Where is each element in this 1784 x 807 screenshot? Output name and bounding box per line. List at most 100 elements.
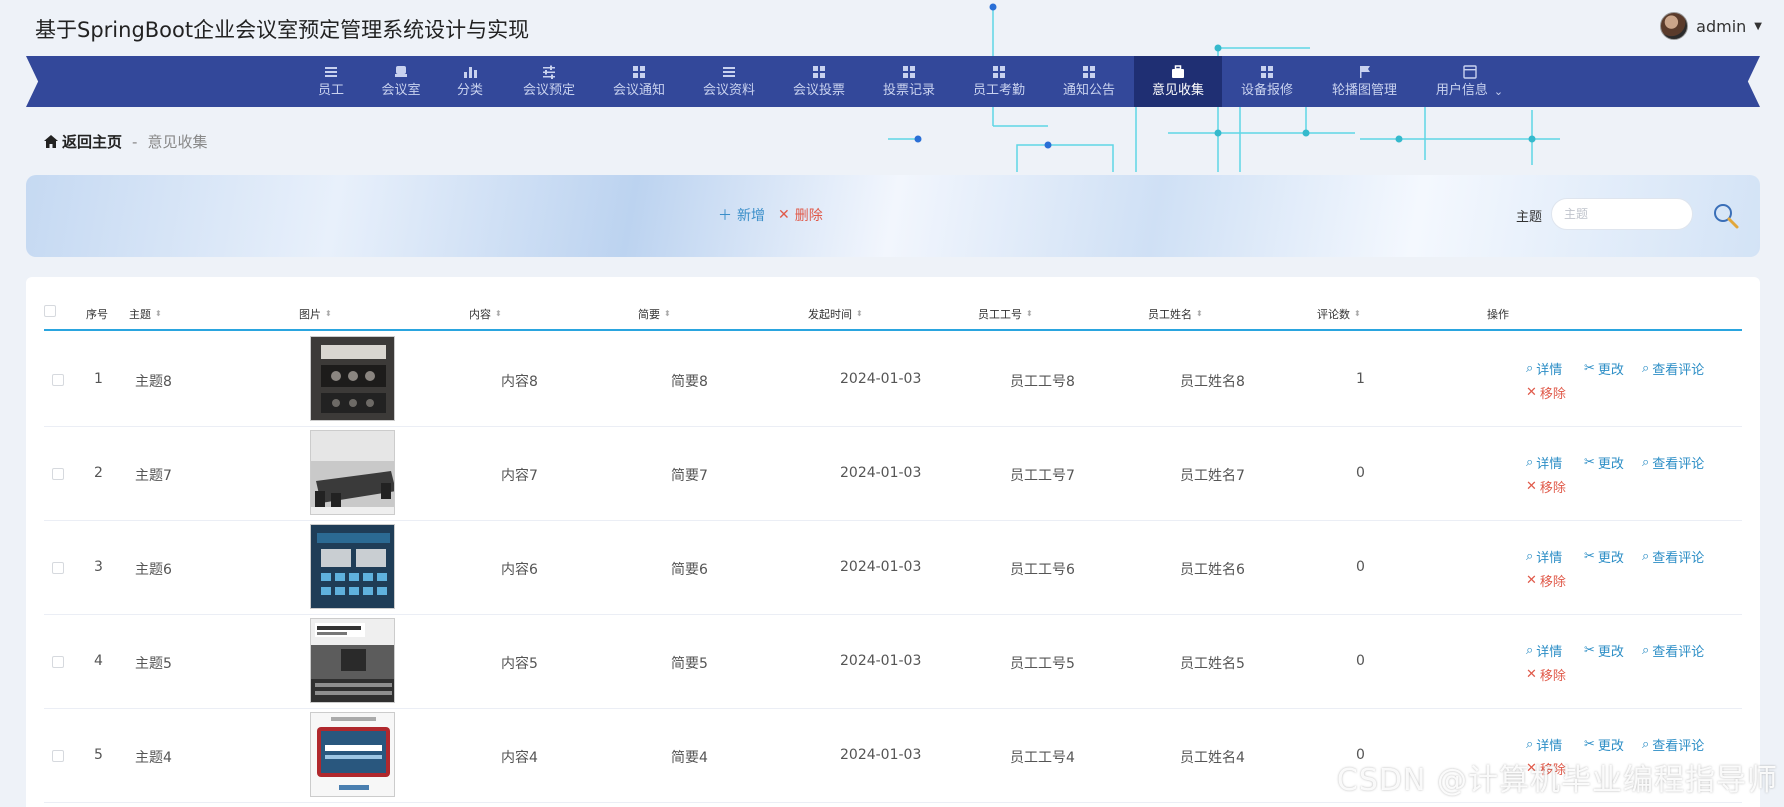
nav-item-4[interactable]: 会议通知	[594, 56, 684, 107]
close-icon: ✕	[778, 207, 790, 223]
nav-item-10[interactable]: 意见收集	[1134, 56, 1222, 107]
detail-button[interactable]: ⌕ 详情	[1526, 641, 1562, 660]
row-checkbox[interactable]	[52, 468, 64, 480]
row-image[interactable]	[310, 712, 395, 797]
detail-button[interactable]: ⌕ 详情	[1526, 453, 1562, 472]
header-comments[interactable]: 评论数 ⬍	[1317, 306, 1361, 322]
edit-button[interactable]: ✂ 更改	[1584, 735, 1624, 754]
delete-button[interactable]: ✕ 删除	[778, 205, 823, 225]
row-time: 2024-01-03	[840, 559, 922, 575]
nav-item-13[interactable]: 用户信息 ⌄	[1417, 56, 1522, 107]
breadcrumb-home[interactable]: 返回主页	[44, 131, 122, 152]
view-comments-button[interactable]: ⌕ 查看评论	[1642, 735, 1704, 754]
remove-button[interactable]: ✕ 移除	[1526, 571, 1566, 590]
nav-item-2[interactable]: 分类	[436, 56, 504, 107]
row-checkbox[interactable]	[52, 374, 64, 386]
view-comments-button-label: 查看评论	[1652, 363, 1705, 378]
nav-item-0[interactable]: 员工	[296, 56, 366, 107]
header-topic[interactable]: 主题 ⬍	[129, 306, 162, 322]
edit-button[interactable]: ✂ 更改	[1584, 547, 1624, 566]
search-icon[interactable]	[1712, 202, 1740, 230]
select-all-checkbox[interactable]	[44, 305, 56, 317]
nav-item-label: 会议室	[381, 83, 421, 98]
row-comments: 1	[1356, 371, 1365, 387]
view-comments-button-label: 查看评论	[1652, 739, 1705, 754]
row-topic: 主题7	[135, 468, 172, 484]
table-row: 1 主题8 内容8 简要8 2024-01-03 员工工号8 员工姓名8 1 ⌕ 详情 ✂ 更改 ⌕ 查看…	[44, 333, 1742, 427]
header-image[interactable]: 图片 ⬍	[299, 306, 332, 322]
row-checkbox[interactable]	[52, 562, 64, 574]
remove-button[interactable]: ✕ 移除	[1526, 665, 1566, 684]
detail-button[interactable]: ⌕ 详情	[1526, 735, 1562, 754]
remove-button-label: 移除	[1539, 669, 1566, 684]
nav-item-12[interactable]: 轮播图管理	[1312, 56, 1417, 107]
nav-item-label: 意见收集	[1151, 83, 1204, 98]
nav-item-label: 分类	[456, 83, 483, 98]
add-button[interactable]: ＋ 新增	[718, 205, 765, 225]
user-menu[interactable]: admin ▼	[1660, 12, 1762, 40]
row-index: 4	[94, 653, 103, 669]
header-summary[interactable]: 简要 ⬍	[638, 306, 671, 322]
nav-item-11[interactable]: 设备报修	[1222, 56, 1312, 107]
caret-down-icon[interactable]: ▼	[1754, 21, 1762, 32]
nav-item-7[interactable]: 投票记录	[864, 56, 954, 107]
row-image[interactable]	[310, 336, 395, 421]
nav-item-8[interactable]: 员工考勤	[954, 56, 1044, 107]
header-emp-no[interactable]: 员工工号 ⬍	[978, 306, 1033, 322]
row-emp-name: 员工姓名5	[1180, 656, 1245, 672]
table-header: 序号 主题 ⬍ 图片 ⬍ 内容 ⬍ 简要 ⬍ 发起时间 ⬍ 员工工号 ⬍ 员工姓名 ⬍ 评论数…	[44, 295, 1742, 331]
row-checkbox[interactable]	[52, 750, 64, 762]
row-topic: 主题5	[135, 656, 172, 672]
nav-item-9[interactable]: 通知公告	[1044, 56, 1134, 107]
search-label: 主题	[1516, 210, 1543, 225]
sort-icon: ⬍	[856, 309, 863, 318]
detail-button-label: 详情	[1536, 739, 1563, 754]
row-checkbox[interactable]	[52, 656, 64, 668]
row-image[interactable]	[310, 430, 395, 515]
nav-item-label: 设备报修	[1240, 83, 1293, 98]
view-comments-button[interactable]: ⌕ 查看评论	[1642, 641, 1704, 660]
edit-button-label: 更改	[1597, 551, 1624, 566]
row-image[interactable]	[310, 618, 395, 703]
detail-button[interactable]: ⌕ 详情	[1526, 547, 1562, 566]
nav-item-label: 会议投票	[792, 83, 845, 98]
nav-item-6[interactable]: 会议投票	[774, 56, 864, 107]
briefcase-icon	[1172, 65, 1184, 78]
edit-button[interactable]: ✂ 更改	[1584, 453, 1624, 472]
view-comments-button[interactable]: ⌕ 查看评论	[1642, 453, 1704, 472]
header-emp-name[interactable]: 员工姓名 ⬍	[1148, 306, 1203, 322]
search-input[interactable]	[1551, 198, 1693, 230]
list-icon	[325, 67, 337, 77]
row-comments: 0	[1356, 465, 1365, 481]
row-emp-no: 员工工号4	[1010, 750, 1075, 766]
nav-item-label: 员工	[317, 83, 344, 98]
breadcrumb-home-label[interactable]: 返回主页	[62, 131, 122, 152]
header-time[interactable]: 发起时间 ⬍	[808, 306, 863, 322]
nav-item-5[interactable]: 会议资料	[684, 56, 774, 107]
avatar[interactable]	[1660, 12, 1689, 40]
nav-item-1[interactable]: 会议室	[366, 56, 436, 107]
edit-button[interactable]: ✂ 更改	[1584, 641, 1624, 660]
nav-item-3[interactable]: 会议预定	[504, 56, 594, 107]
breadcrumb-separator: -	[132, 132, 138, 151]
edit-button-label: 更改	[1597, 457, 1624, 472]
row-image[interactable]	[310, 524, 395, 609]
chevron-down-icon[interactable]: ⌄	[1494, 85, 1503, 98]
view-comments-button[interactable]: ⌕ 查看评论	[1642, 547, 1704, 566]
header-content[interactable]: 内容 ⬍	[469, 306, 502, 322]
row-emp-name: 员工姓名8	[1180, 374, 1245, 390]
view-comments-button[interactable]: ⌕ 查看评论	[1642, 359, 1704, 378]
row-emp-name: 员工姓名6	[1180, 562, 1245, 578]
row-summary: 简要6	[671, 562, 708, 578]
remove-button[interactable]: ✕ 移除	[1526, 477, 1566, 496]
home-icon	[44, 135, 58, 148]
app-title: 基于SpringBoot企业会议室预定管理系统设计与实现	[35, 18, 530, 42]
edit-button[interactable]: ✂ 更改	[1584, 359, 1624, 378]
remove-button[interactable]: ✕ 移除	[1526, 383, 1566, 402]
row-content: 内容8	[501, 374, 538, 390]
header-index: 序号	[86, 308, 108, 321]
detail-button[interactable]: ⌕ 详情	[1526, 359, 1562, 378]
username[interactable]: admin	[1696, 17, 1746, 36]
edit-button-label: 更改	[1597, 645, 1624, 660]
row-topic: 主题8	[135, 374, 172, 390]
